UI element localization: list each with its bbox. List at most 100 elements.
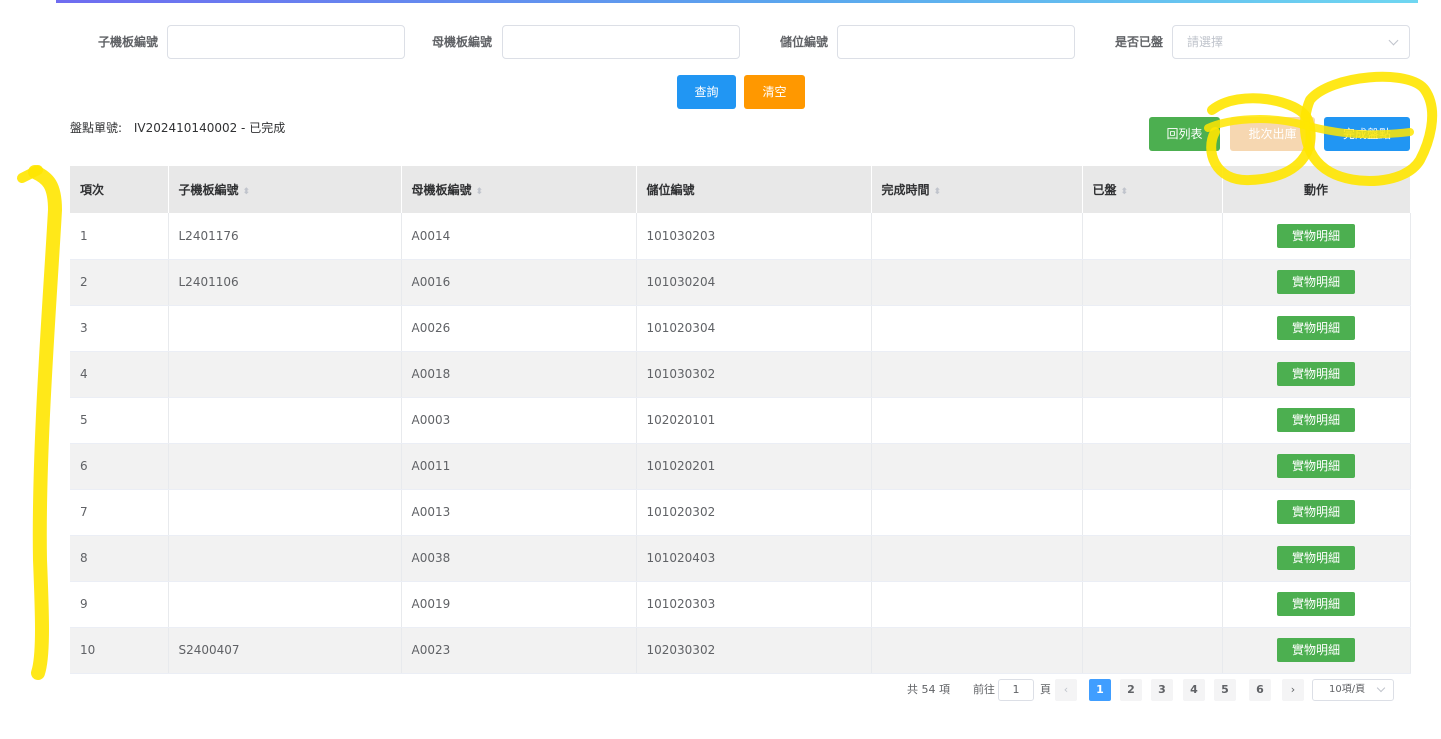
pagination-page-label: 頁 (1040, 683, 1051, 696)
child-board-label: 子機板編號 (97, 35, 158, 49)
table-cell (168, 443, 402, 490)
header-child-board[interactable]: 子機板編號 ⬍ (168, 166, 402, 213)
detail-button[interactable]: 實物明細 (1277, 408, 1355, 432)
counted-select[interactable]: 請選擇 (1172, 25, 1410, 59)
doc-number-label: 盤點單號: (70, 121, 123, 135)
table-cell (871, 213, 1083, 260)
detail-button[interactable]: 實物明細 (1277, 362, 1355, 386)
sort-icon[interactable]: ⬍ (243, 187, 251, 197)
header-counted[interactable]: 已盤 ⬍ (1082, 166, 1223, 213)
sort-icon[interactable]: ⬍ (934, 187, 942, 197)
prev-page-icon[interactable]: ‹ (1055, 679, 1077, 701)
page-6-button[interactable]: 6 (1249, 679, 1271, 701)
table-row: 4 A0018 101030302 實物明細 (70, 351, 1411, 398)
table-cell-action: 實物明細 (1222, 443, 1411, 490)
chevron-down-icon (1388, 35, 1399, 46)
table-cell: 102020101 (636, 397, 872, 444)
table-cell (871, 535, 1083, 582)
table-cell: 101030203 (636, 213, 872, 260)
page-3-button[interactable]: 3 (1151, 679, 1173, 701)
table-cell-action: 實物明細 (1222, 397, 1411, 444)
table-cell: 5 (70, 397, 169, 444)
table-cell (871, 627, 1083, 674)
counted-select-placeholder: 請選擇 (1187, 35, 1224, 49)
detail-button[interactable]: 實物明細 (1277, 546, 1355, 570)
table-cell: A0003 (401, 397, 637, 444)
table-row: 1 L2401176 A0014 101030203 實物明細 (70, 213, 1411, 260)
table-row: 2 L2401106 A0016 101030204 實物明細 (70, 259, 1411, 306)
location-input[interactable] (837, 25, 1075, 59)
table-cell: 10 (70, 627, 169, 674)
highlighter-arc-left-tail (17, 165, 43, 183)
table-cell (1082, 305, 1223, 352)
table-row: 8 A0038 101020403 實物明細 (70, 535, 1411, 582)
doc-number-value: IV202410140002 - 已完成 (133, 121, 286, 135)
back-to-list-button[interactable]: 回列表 (1149, 117, 1220, 151)
table-cell: L2401106 (168, 259, 402, 306)
highlighter-arc-left (28, 165, 63, 680)
detail-button[interactable]: 實物明細 (1277, 454, 1355, 478)
table-cell (168, 581, 402, 628)
table-cell: 4 (70, 351, 169, 398)
table-cell: 101020403 (636, 535, 872, 582)
detail-button[interactable]: 實物明細 (1277, 500, 1355, 524)
counted-label: 是否已盤 (1114, 35, 1163, 49)
table-cell (871, 351, 1083, 398)
table-cell: A0011 (401, 443, 637, 490)
header-location: 儲位編號 (636, 166, 872, 213)
query-button[interactable]: 查詢 (677, 75, 736, 109)
page-size-select[interactable]: 10項/頁 (1312, 679, 1394, 701)
mother-board-input[interactable] (502, 25, 740, 59)
top-accent-bar (56, 0, 1418, 3)
next-page-icon[interactable]: › (1282, 679, 1304, 701)
table-cell: 101030302 (636, 351, 872, 398)
table-cell: 3 (70, 305, 169, 352)
table-cell: 2 (70, 259, 169, 306)
table-cell: A0016 (401, 259, 637, 306)
detail-button[interactable]: 實物明細 (1277, 270, 1355, 294)
table-cell-action: 實物明細 (1222, 351, 1411, 398)
complete-count-button[interactable]: 完成盤點 (1324, 117, 1410, 151)
page-2-button[interactable]: 2 (1120, 679, 1142, 701)
detail-button[interactable]: 實物明細 (1277, 223, 1355, 248)
table-row: 6 A0011 101020201 實物明細 (70, 443, 1411, 490)
detail-button[interactable]: 實物明細 (1277, 592, 1355, 616)
table-cell: S2400407 (168, 627, 402, 674)
sort-icon[interactable]: ⬍ (1121, 187, 1129, 197)
table-row: 5 A0003 102020101 實物明細 (70, 397, 1411, 444)
child-board-input[interactable] (167, 25, 405, 59)
pagination-goto-input[interactable]: 1 (998, 679, 1034, 701)
table-cell: A0014 (401, 213, 637, 260)
table-cell (168, 351, 402, 398)
table-cell (168, 535, 402, 582)
page-1-button[interactable]: 1 (1089, 679, 1111, 701)
table-cell (1082, 489, 1223, 536)
table-row: 9 A0019 101020303 實物明細 (70, 581, 1411, 628)
table-cell (168, 305, 402, 352)
table-cell (1082, 213, 1223, 260)
header-action: 動作 (1222, 166, 1411, 213)
table-cell: A0038 (401, 535, 637, 582)
header-complete-time[interactable]: 完成時間 ⬍ (871, 166, 1083, 213)
table-cell: L2401176 (168, 213, 402, 260)
page-5-button[interactable]: 5 (1214, 679, 1236, 701)
detail-button[interactable]: 實物明細 (1277, 638, 1355, 662)
detail-button[interactable]: 實物明細 (1277, 316, 1355, 340)
table-header-row: 項次 子機板編號 ⬍ 母機板編號 ⬍ 儲位編號 完成時間 ⬍ 已盤 ⬍ 動作 (70, 166, 1411, 213)
table-cell-action: 實物明細 (1222, 581, 1411, 628)
table-cell: 7 (70, 489, 169, 536)
table-cell: A0013 (401, 489, 637, 536)
table-cell: 1 (70, 213, 169, 260)
page-4-button[interactable]: 4 (1183, 679, 1205, 701)
table-cell (1082, 397, 1223, 444)
table-cell-action: 實物明細 (1222, 213, 1411, 260)
table-row: 7 A0013 101020302 實物明細 (70, 489, 1411, 536)
header-mother-board[interactable]: 母機板編號 ⬍ (401, 166, 637, 213)
sort-icon[interactable]: ⬍ (476, 187, 484, 197)
table-cell (1082, 627, 1223, 674)
batch-outbound-button[interactable]: 批次出庫 (1230, 117, 1315, 151)
table-row: 3 A0026 101020304 實物明細 (70, 305, 1411, 352)
pagination-total: 共 54 項 (907, 683, 950, 696)
table-cell (168, 489, 402, 536)
clear-button[interactable]: 清空 (744, 75, 805, 109)
